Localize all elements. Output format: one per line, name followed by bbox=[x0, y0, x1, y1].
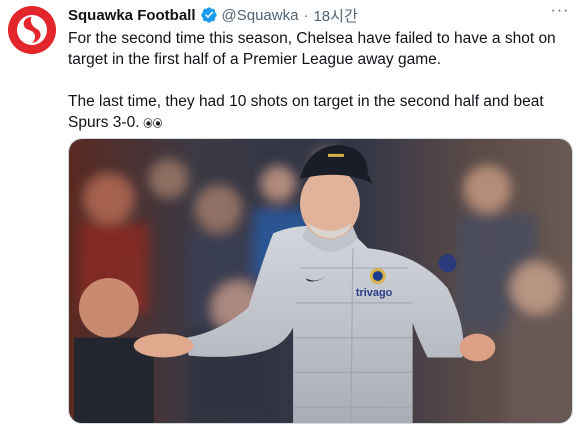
tweet-header: Squawka Football @Squawka · 18시간 bbox=[68, 5, 358, 25]
tweet-timestamp[interactable]: 18시간 bbox=[313, 5, 357, 26]
squawka-logo-icon bbox=[8, 6, 56, 54]
jacket-sponsor-text: trivago bbox=[356, 287, 393, 299]
tweet-text: For the second time this season, Chelsea… bbox=[68, 28, 568, 133]
header-separator: · bbox=[303, 6, 309, 24]
avatar[interactable] bbox=[8, 6, 56, 54]
author-handle[interactable]: @Squawka bbox=[222, 7, 299, 24]
verified-badge-icon bbox=[200, 6, 218, 24]
eyes-icon bbox=[143, 118, 163, 128]
photo-image: trivago bbox=[69, 139, 572, 423]
tweet-photo[interactable]: trivago bbox=[68, 138, 573, 424]
tweet-paragraph: The last time, they had 10 shots on targ… bbox=[68, 93, 544, 131]
tweet-card[interactable]: Squawka Football @Squawka · 18시간 ··· For… bbox=[0, 0, 583, 430]
more-options-icon[interactable]: ··· bbox=[549, 3, 571, 24]
author-display-name[interactable]: Squawka Football bbox=[68, 7, 196, 24]
tweet-paragraph: For the second time this season, Chelsea… bbox=[68, 30, 556, 68]
